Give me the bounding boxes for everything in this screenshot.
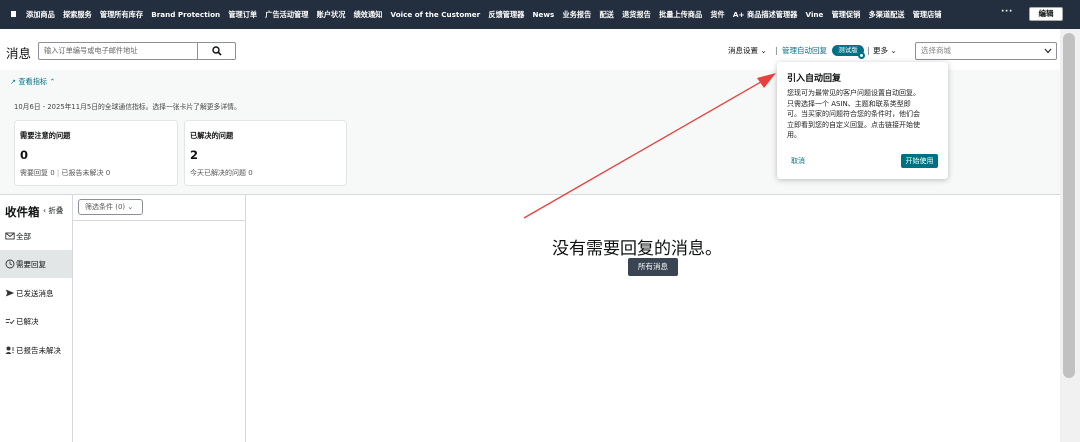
card-title: 需要注意的问题	[20, 131, 71, 140]
popover-body-line: 可。当买家的问题符合您的条件时，他们会	[787, 110, 920, 118]
date-range-text: 10月6日 - 2025年11月5日的全球通信指标。选择一张卡片了解更多详情。	[14, 103, 241, 111]
nav-item[interactable]: 添加商品	[26, 0, 55, 29]
nav-item[interactable]: 管理订单	[228, 0, 257, 29]
card-value: 2	[190, 148, 199, 162]
needs-reply-count: 需要回复 0	[20, 169, 55, 177]
divider	[73, 220, 245, 221]
folder-label: 已报告未解决	[16, 346, 61, 355]
chevron-down-icon: ⌄	[890, 46, 897, 55]
metric-card-resolved[interactable]: 已解决的问题 2 今天已解决的问题 0	[184, 120, 347, 186]
popover-cancel-link[interactable]: 取消	[791, 156, 805, 166]
more-label: 更多	[873, 46, 888, 55]
message-settings-label: 消息设置	[728, 46, 758, 55]
nav-item[interactable]: 绩效通知	[354, 0, 383, 29]
view-metrics-label: 查看指标	[18, 77, 48, 86]
collapse-button[interactable]: ‹ 折叠	[43, 205, 63, 216]
top-nav: 添加商品 探索服务 管理所有库存 Brand Protection 管理订单 广告活动管理…	[0, 0, 1080, 29]
chevron-left-icon: ‹	[43, 206, 46, 215]
folder-sent[interactable]: 已发送消息	[0, 279, 72, 307]
search-icon	[212, 46, 222, 56]
popover-title: 引入自动回复	[787, 74, 842, 84]
search-input[interactable]: 输入订单编号或电子邮件地址	[38, 42, 198, 60]
clock-icon	[5, 259, 15, 269]
filter-label: 筛选条件 (0)	[85, 203, 126, 211]
chevron-down-icon: ⌄	[127, 203, 134, 211]
chevron-down-icon	[1044, 48, 1052, 54]
collapse-label: 折叠	[48, 206, 64, 215]
separator: |	[775, 46, 778, 55]
empty-state-message: 没有需要回复的消息。	[552, 239, 722, 259]
nav-items: 添加商品 探索服务 管理所有库存 Brand Protection 管理订单 广告活动管理…	[26, 0, 950, 29]
resolved-icon	[5, 319, 15, 325]
nav-item[interactable]: 批量上传商品	[659, 0, 702, 29]
message-list	[72, 194, 246, 442]
more-menu[interactable]: 更多 ⌄	[873, 46, 897, 56]
nav-item[interactable]: News	[533, 0, 555, 29]
separator: |	[56, 169, 60, 177]
store-select[interactable]: 选择商城	[915, 42, 1057, 60]
auto-reply-popover: 引入自动回复 您现可为最常见的客户问题设置自动回复。 只需选择一个 ASIN、主…	[777, 62, 948, 179]
separator: |	[867, 46, 870, 55]
nav-item[interactable]: Voice of the Customer	[391, 0, 481, 29]
folder-needs-reply[interactable]: 需要回复	[0, 250, 72, 278]
nav-item[interactable]: 退货报告	[622, 0, 651, 29]
nav-item[interactable]: A+ 商品描述管理器	[733, 0, 797, 29]
metric-card-needs-attention[interactable]: 需要注意的问题 0 需要回复 0 | 已报告未解决 0	[14, 120, 178, 186]
nav-item[interactable]: 货件	[710, 0, 724, 29]
get-started-button[interactable]: 开始使用	[901, 154, 938, 168]
chevron-down-icon: ⌄	[760, 46, 767, 55]
more-icon[interactable]: ···	[1001, 0, 1013, 29]
nav-item[interactable]: 管理所有库存	[100, 0, 143, 29]
search-button[interactable]	[197, 42, 236, 60]
filter-button[interactable]: 筛选条件 (0) ⌄	[78, 199, 143, 215]
report-icon	[5, 346, 14, 354]
card-subtext: 需要回复 0 | 已报告未解决 0	[20, 168, 110, 178]
nav-item[interactable]: Vine	[806, 0, 824, 29]
nav-item[interactable]: Brand Protection	[151, 0, 220, 29]
manage-auto-reply-link[interactable]: 管理自动回复	[782, 46, 827, 56]
view-metrics-toggle[interactable]: ↗ 查看指标 ⌃	[10, 77, 55, 87]
mail-icon	[5, 232, 15, 240]
scrollbar-thumb[interactable]	[1063, 33, 1075, 378]
card-title: 已解决的问题	[190, 131, 234, 140]
folder-all[interactable]: 全部	[0, 222, 72, 250]
nav-item[interactable]: 管理促销	[832, 0, 861, 29]
card-subtext: 今天已解决的问题 0	[190, 169, 253, 177]
popover-body-line: 立即看到您的自定义回复。点击链接开始使	[787, 120, 920, 129]
reported-unresolved-count: 已报告未解决 0	[61, 169, 111, 177]
all-messages-button[interactable]: 所有消息	[628, 258, 678, 276]
card-value: 0	[20, 148, 29, 162]
folder-label: 已发送消息	[16, 289, 54, 298]
trend-icon: ↗	[10, 77, 17, 86]
chevron-up-icon: ⌃	[49, 77, 56, 86]
nav-item[interactable]: 业务报告	[563, 0, 592, 29]
nav-item[interactable]: 广告活动管理	[265, 0, 308, 29]
popover-body-line: 您现可为最常见的客户问题设置自动回复。	[787, 89, 920, 97]
store-select-placeholder: 选择商城	[921, 46, 951, 55]
popover-body-line: 用。	[787, 131, 801, 139]
popover-body: 您现可为最常见的客户问题设置自动回复。 只需选择一个 ASIN、主题和联系类型即…	[787, 88, 942, 141]
menu-icon[interactable]	[0, 0, 26, 29]
page-title: 消息	[6, 46, 32, 61]
nav-item[interactable]: 账户状况	[317, 0, 346, 29]
beacon-dot-icon	[858, 52, 865, 59]
nav-item[interactable]: 管理店铺	[913, 0, 942, 29]
folder-label: 已解决	[16, 317, 39, 326]
nav-item[interactable]: 配送	[599, 0, 613, 29]
folder-label: 全部	[16, 232, 31, 241]
nav-item[interactable]: 反馈管理器	[488, 0, 524, 29]
nav-item[interactable]: 多渠道配送	[869, 0, 905, 29]
inbox-title: 收件箱	[5, 205, 40, 219]
folder-label: 需要回复	[16, 260, 46, 269]
folder-reported-unresolved[interactable]: 已报告未解决	[0, 336, 72, 364]
folder-resolved[interactable]: 已解决	[0, 307, 72, 335]
send-icon	[5, 289, 15, 297]
nav-item[interactable]: 探索服务	[63, 0, 92, 29]
edit-nav-button[interactable]: 编辑	[1029, 7, 1063, 21]
popover-body-line: 只需选择一个 ASIN、主题和联系类型即	[787, 99, 911, 108]
message-settings-menu[interactable]: 消息设置 ⌄	[728, 46, 767, 56]
message-detail	[246, 194, 1060, 442]
